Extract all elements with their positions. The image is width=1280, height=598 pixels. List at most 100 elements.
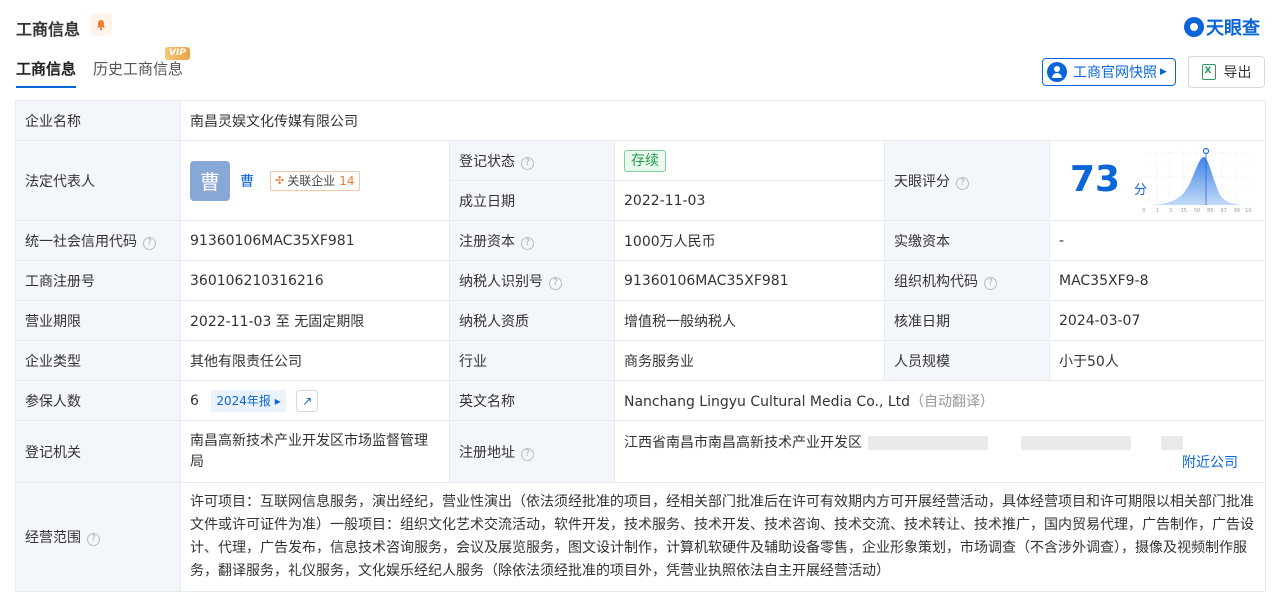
english-name-label: 英文名称 (449, 380, 615, 421)
tax-qual: 增值税一般纳税人 (614, 300, 885, 341)
scope-label: 经营范围? (15, 482, 181, 592)
export-label: 导出 (1223, 65, 1252, 81)
tax-id-label: 纳税人识别号? (449, 260, 615, 301)
help-icon[interactable]: ? (956, 176, 969, 190)
legal-rep-cell: 曹 曹 ✣ 关联企业 14 (180, 140, 450, 221)
help-icon[interactable]: ? (143, 236, 156, 250)
table-row: 企业名称 南昌灵娱文化传媒有限公司 (15, 100, 1267, 141)
score-value: 73 (1070, 159, 1121, 200)
top-bar: 工商信息 天眼查 (16, 14, 1264, 40)
bell-icon[interactable] (90, 14, 112, 36)
help-icon[interactable]: ? (87, 533, 100, 546)
company-type-label: 企业类型 (15, 340, 181, 381)
redacted-text (1020, 435, 1131, 450)
address-label: 注册地址? (449, 420, 615, 483)
approve-date-label: 核准日期 (884, 300, 1050, 341)
tab-history-business-info[interactable]: 历史工商信息 (93, 58, 183, 79)
vip-badge: VIP (165, 47, 190, 60)
related-count: 14 (339, 173, 355, 188)
company-name: 南昌灵娱文化传媒有限公司 (179, 100, 1267, 141)
org-code: MAC35XF9-8 (1048, 260, 1267, 301)
company-name-label: 企业名称 (15, 100, 181, 141)
legal-rep-name[interactable]: 曹 (240, 171, 254, 191)
score-cell[interactable]: 73 分 0131550859799100 (1048, 140, 1267, 221)
score-axis-tick: 100 (1245, 208, 1252, 214)
industry-label: 行业 (449, 340, 615, 381)
related-companies-tag[interactable]: ✣ 关联企业 14 (270, 170, 360, 191)
export-button[interactable]: 导出 (1188, 56, 1265, 88)
help-icon[interactable]: ? (521, 447, 534, 461)
insured-cell: 6 2024年报 ▸ ↗ (180, 380, 450, 421)
legal-rep-label: 法定代表人 (15, 140, 181, 221)
authority: 南昌高新技术产业开发区市场监督管理局 (180, 420, 450, 483)
user-icon (1047, 62, 1067, 82)
trend-chart-icon[interactable]: ↗ (296, 389, 319, 412)
business-scope: 许可项目：互联网信息服务，演出经纪，营业性演出（依法须经批准的项目，经相关部门批… (179, 482, 1267, 592)
score-axis-tick: 85 (1207, 208, 1213, 214)
paid-capital: - (1048, 220, 1267, 261)
redacted-text (1161, 435, 1184, 450)
table-row: 营业期限 2022-11-03 至 无固定期限 纳税人资质 增值税一般纳税人 核… (15, 300, 1267, 341)
nearby-companies-link[interactable]: 附近公司 (1182, 452, 1238, 472)
capital-label: 注册资本? (449, 220, 615, 261)
table-row: 参保人数 6 2024年报 ▸ ↗ 英文名称 Nanchang Lingyu C… (15, 380, 1267, 421)
tianyancha-logo[interactable]: 天眼查 (1184, 14, 1260, 40)
english-name: Nanchang Lingyu Cultural Media Co., Ltd (624, 393, 911, 410)
tax-qual-label: 纳税人资质 (449, 300, 615, 341)
avatar[interactable]: 曹 (190, 160, 230, 201)
table-row: 登记机关 南昌高新技术产业开发区市场监督管理局 注册地址? 江西省南昌市南昌高新… (15, 420, 1267, 483)
official-snapshot-button[interactable]: 工商官网快照 ▶ (1042, 58, 1176, 86)
credit-code: 91360106MAC35XF981 (180, 220, 450, 261)
business-info-table: 企业名称 南昌灵娱文化传媒有限公司 法定代表人 曹 曹 ✣ 关联企业 14 登记… (15, 100, 1267, 592)
insured-count: 6 (190, 392, 199, 409)
annual-report-dropdown[interactable]: 2024年报 ▸ (211, 389, 286, 412)
score-axis-tick: 99 (1234, 208, 1240, 214)
table-row: 法定代表人 曹 曹 ✣ 关联企业 14 登记状态? 存续 天眼评分? 73 分 (15, 140, 1267, 221)
help-icon[interactable]: ? (984, 276, 997, 290)
score-axis-tick: 97 (1220, 208, 1226, 214)
address-cell: 江西省南昌市南昌高新技术产业开发区 附近公司 (613, 420, 1267, 483)
authority-label: 登记机关 (15, 420, 181, 483)
address: 江西省南昌市南昌高新技术产业开发区 (624, 434, 862, 451)
reg-status-label: 登记状态? (449, 140, 615, 181)
period: 2022-11-03 至 无固定期限 (180, 300, 450, 341)
link-icon: ✣ (275, 173, 285, 187)
credit-code-label: 统一社会信用代码? (15, 220, 181, 261)
status-badge: 存续 (624, 149, 666, 172)
caret-right-icon: ▶ (1160, 67, 1167, 77)
score-axis-tick: 0 (1142, 208, 1145, 214)
table-row: 统一社会信用代码? 91360106MAC35XF981 注册资本? 1000万… (15, 220, 1267, 261)
score-axis-tick: 50 (1194, 208, 1200, 214)
excel-icon (1201, 64, 1216, 80)
snapshot-label: 工商官网快照 (1073, 65, 1157, 81)
org-code-label: 组织机构代码? (884, 260, 1050, 301)
logo-icon (1184, 17, 1204, 37)
reg-number: 360106210316216 (180, 260, 450, 301)
industry: 商务服务业 (614, 340, 885, 381)
period-label: 营业期限 (15, 300, 181, 341)
reg-number-label: 工商注册号 (15, 260, 181, 301)
redacted-text (868, 435, 989, 450)
table-row: 工商注册号 360106210316216 纳税人识别号? 91360106MA… (15, 260, 1267, 301)
english-name-cell: Nanchang Lingyu Cultural Media Co., Ltd（… (613, 380, 1267, 421)
tab-business-info[interactable]: 工商信息 (16, 58, 77, 88)
score-distribution-chart: 0 1 3 15 50 85 97 99 100 (1142, 147, 1252, 214)
logo-text: 天眼查 (1206, 18, 1260, 39)
reg-status-cell: 存续 (614, 140, 885, 181)
score-axis-tick: 3 (1169, 208, 1172, 214)
score-axis-tick: 1 (1156, 208, 1159, 214)
help-icon[interactable]: ? (521, 236, 534, 250)
help-icon[interactable]: ? (549, 276, 562, 290)
section-title: 工商信息 (16, 20, 81, 39)
found-date-label: 成立日期 (449, 180, 615, 221)
score-label: 天眼评分? (884, 140, 1050, 221)
auto-translate-note: （自动翻译） (910, 393, 995, 410)
insured-label: 参保人数 (15, 380, 181, 421)
score-axis-tick: 15 (1181, 208, 1187, 214)
company-type: 其他有限责任公司 (180, 340, 450, 381)
help-icon[interactable]: ? (521, 156, 534, 170)
found-date: 2022-11-03 (614, 180, 885, 221)
related-label: 关联企业 (287, 173, 336, 188)
staff-size-label: 人员规模 (884, 340, 1050, 381)
paid-capital-label: 实缴资本 (884, 220, 1050, 261)
